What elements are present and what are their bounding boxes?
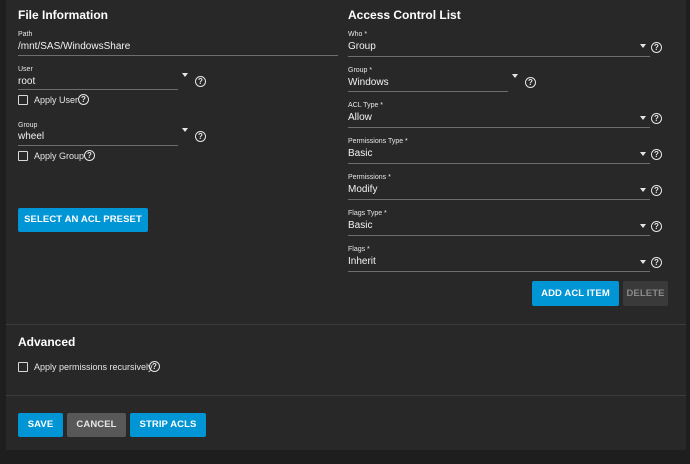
flags-type-underline [348, 235, 650, 236]
delete-button[interactable]: DELETE [623, 281, 668, 306]
flags-type-chevron-down-icon[interactable] [640, 224, 646, 228]
apply-group-help-icon[interactable]: ? [84, 150, 95, 161]
who-label: Who * [348, 31, 368, 38]
perms-select[interactable]: Modify [348, 184, 643, 195]
perms-underline [348, 199, 650, 200]
perm-type-label: Permissions Type * [348, 138, 408, 145]
recursive-help-icon[interactable]: ? [149, 361, 160, 372]
recursive-label: Apply permissions recursively [34, 362, 153, 372]
path-value: /mnt/SAS/WindowsShare [18, 41, 131, 52]
acl-type-underline [348, 127, 650, 128]
user-label: User [18, 66, 33, 73]
apply-group-label: Apply Group [34, 151, 85, 161]
advanced-title: Advanced [18, 335, 76, 349]
flags-label: Flags * [348, 246, 370, 253]
acl-group-chevron-down-icon[interactable] [512, 74, 518, 78]
group-underline [18, 145, 178, 146]
apply-user-help-icon[interactable]: ? [78, 94, 89, 105]
flags-chevron-down-icon[interactable] [640, 260, 646, 264]
acl-group-underline [348, 91, 508, 92]
acl-type-label: ACL Type * [348, 102, 384, 109]
perms-label: Permissions * [348, 174, 391, 181]
group-chevron-down-icon[interactable] [182, 128, 188, 132]
save-button[interactable]: SAVE [18, 413, 63, 437]
who-underline [348, 56, 650, 57]
who-chevron-down-icon[interactable] [640, 44, 646, 48]
cancel-button[interactable]: CANCEL [67, 413, 126, 437]
recursive-checkbox[interactable] [18, 362, 28, 372]
who-help-icon[interactable]: ? [651, 42, 662, 53]
apply-user-checkbox[interactable] [18, 95, 28, 105]
flags-underline [348, 271, 650, 272]
user-select[interactable]: root [18, 76, 183, 87]
strip-acls-button[interactable]: STRIP ACLS [130, 413, 206, 437]
perm-type-underline [348, 163, 650, 164]
flags-type-select[interactable]: Basic [348, 220, 643, 231]
acl-type-chevron-down-icon[interactable] [640, 116, 646, 120]
file-info-title: File Information [18, 8, 108, 22]
acl-group-select[interactable]: Windows [348, 77, 508, 88]
apply-group-checkbox[interactable] [18, 151, 28, 161]
acl-group-label: Group * [348, 67, 373, 74]
user-underline [18, 89, 178, 90]
flags-type-help-icon[interactable]: ? [651, 221, 662, 232]
select-acl-preset-button[interactable]: SELECT AN ACL PRESET [18, 208, 148, 232]
perms-help-icon[interactable]: ? [651, 185, 662, 196]
group-label: Group [18, 122, 38, 129]
user-help-icon[interactable]: ? [195, 76, 206, 87]
footer-divider [6, 395, 686, 396]
who-select[interactable]: Group [348, 41, 643, 52]
path-label: Path [18, 31, 33, 38]
perm-type-select[interactable]: Basic [348, 148, 643, 159]
acl-editor-card: File Information Path /mnt/SAS/WindowsSh… [6, 0, 686, 450]
acl-type-select[interactable]: Allow [348, 112, 643, 123]
perms-chevron-down-icon[interactable] [640, 188, 646, 192]
apply-user-label: Apply User [34, 95, 79, 105]
flags-help-icon[interactable]: ? [651, 257, 662, 268]
acl-type-help-icon[interactable]: ? [651, 113, 662, 124]
acl-title: Access Control List [348, 8, 461, 22]
group-help-icon[interactable]: ? [195, 131, 206, 142]
add-acl-item-button[interactable]: ADD ACL ITEM [532, 281, 619, 306]
acl-group-help-icon[interactable]: ? [525, 77, 536, 88]
user-chevron-down-icon[interactable] [182, 73, 188, 77]
advanced-divider [6, 324, 686, 325]
flags-select[interactable]: Inherit [348, 256, 643, 267]
perm-type-help-icon[interactable]: ? [651, 149, 662, 160]
flags-type-label: Flags Type * [348, 210, 387, 217]
path-underline [18, 55, 338, 56]
perm-type-chevron-down-icon[interactable] [640, 152, 646, 156]
group-select[interactable]: wheel [18, 131, 183, 142]
